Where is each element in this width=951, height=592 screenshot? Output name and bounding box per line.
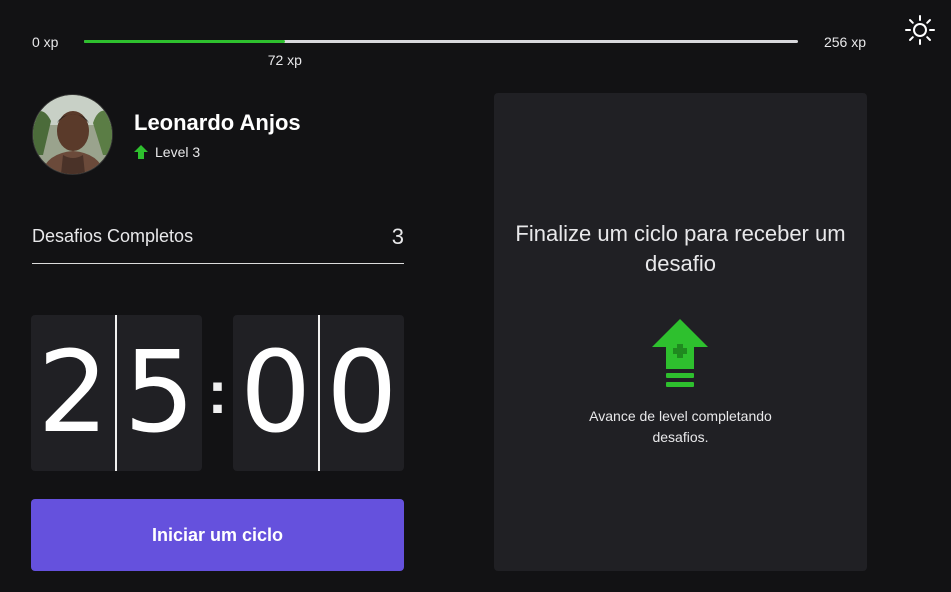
seconds-display: 0 0 (233, 315, 405, 471)
level-up-arrow-icon (652, 319, 708, 387)
challenge-hint: Avance de level completando desafios. (589, 408, 772, 445)
challenge-title: Finalize um ciclo para receber um desafi… (515, 221, 846, 276)
xp-progress-fill (84, 40, 285, 43)
avatar-photo (33, 95, 112, 174)
start-cycle-button[interactable]: Iniciar um ciclo (31, 499, 404, 571)
completed-challenges: Desafios Completos 3 (32, 220, 404, 264)
xp-track (84, 40, 798, 43)
xp-min-label: 0 xp (32, 34, 59, 50)
xp-current-label: 72 xp (267, 52, 302, 68)
profile: Leonardo Anjos Level 3 (32, 94, 301, 175)
profile-name: Leonardo Anjos (134, 109, 301, 135)
completed-challenges-count: 3 (391, 224, 404, 249)
sun-icon (905, 15, 935, 45)
avatar (32, 94, 113, 175)
level-label: Level 3 (155, 143, 201, 160)
experience-bar: 0 xp 72 xp 256 xp (32, 28, 866, 68)
time-separator: : (207, 359, 228, 426)
second-tens-digit: 0 (239, 328, 312, 458)
countdown-timer: 2 5 : 0 0 (31, 315, 405, 471)
minute-tens-digit: 2 (37, 328, 109, 458)
level-up-arrow-icon (134, 144, 148, 159)
completed-challenges-label: Desafios Completos (32, 226, 194, 246)
minute-ones-digit: 5 (123, 328, 196, 458)
xp-max-label: 256 xp (823, 34, 866, 50)
challenge-box: Finalize um ciclo para receber um desafi… (494, 93, 867, 571)
theme-toggle-button[interactable] (904, 14, 936, 46)
minutes-display: 2 5 (31, 315, 202, 471)
profile-info: Leonardo Anjos Level 3 (134, 110, 301, 160)
profile-level: Level 3 (134, 144, 301, 160)
second-ones-digit: 0 (326, 328, 398, 458)
